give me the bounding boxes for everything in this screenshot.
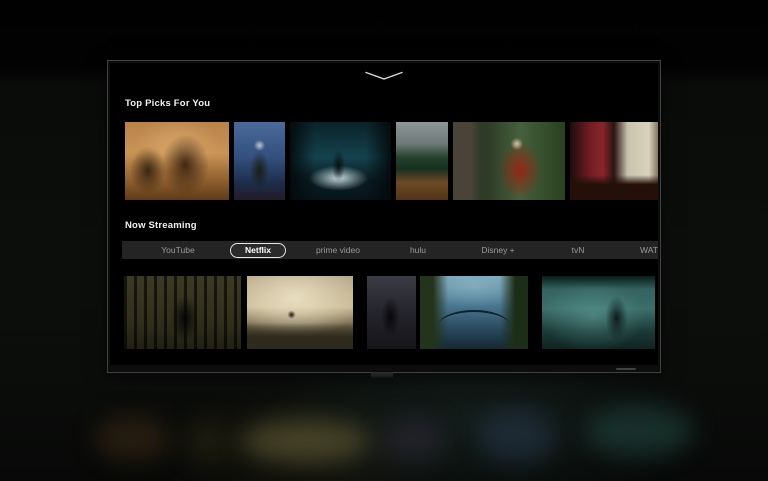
card-bridge-over-canyon[interactable]: [420, 276, 528, 349]
tab-prime-video-label: prime video: [316, 245, 360, 255]
tv-frame: Top Picks For You Now Streaming YouTube …: [107, 60, 661, 373]
tab-disney-plus-label: Disney +: [481, 245, 514, 255]
tab-tvn[interactable]: tvN: [538, 241, 618, 259]
tab-hulu[interactable]: hulu: [378, 241, 458, 259]
chevron-down-icon[interactable]: [364, 68, 404, 86]
tv-stand: [371, 372, 393, 378]
tab-watcha[interactable]: WATCHA: [618, 241, 658, 259]
floor-reflection-blue: [478, 408, 556, 463]
floor-reflection-warm: [95, 416, 170, 461]
tab-youtube-label: YouTube: [161, 245, 194, 255]
floor-reflection-teal: [585, 405, 695, 457]
tab-netflix-label: Netflix: [230, 243, 286, 258]
tab-watcha-label: WATCHA: [640, 245, 658, 255]
tab-prime-video[interactable]: prime video: [298, 241, 378, 259]
tv-screen: Top Picks For You Now Streaming YouTube …: [110, 63, 658, 365]
tab-disney-plus[interactable]: Disney +: [458, 241, 538, 259]
now-streaming-row: [124, 276, 655, 349]
top-picks-row: [125, 122, 658, 200]
card-horse-rider-sepia-hills[interactable]: [247, 276, 353, 349]
card-woman-black-dress-forest[interactable]: [124, 276, 241, 349]
tab-tvn-label: tvN: [572, 245, 585, 255]
tab-hulu-label: hulu: [410, 245, 426, 255]
card-desert-explorers[interactable]: [125, 122, 229, 200]
floor-reflection-purple: [383, 418, 445, 460]
card-maze-in-foggy-forest[interactable]: [396, 122, 448, 200]
now-streaming-title: Now Streaming: [125, 220, 197, 231]
tab-netflix[interactable]: Netflix: [218, 241, 298, 259]
top-picks-title: Top Picks For You: [125, 98, 210, 109]
card-teal-mist-woman[interactable]: [542, 276, 655, 349]
card-red-riding-hood[interactable]: [453, 122, 565, 200]
tab-youtube[interactable]: YouTube: [138, 241, 218, 259]
card-hooded-reaper-forest[interactable]: [367, 276, 416, 349]
card-forest-flashlight-figure[interactable]: [290, 122, 391, 200]
floor-reflection-tan: [240, 420, 370, 462]
bezel-brand-mark: [616, 368, 636, 371]
card-helmet-person-blue-sky[interactable]: [234, 122, 285, 200]
floor-reflection-olive: [185, 421, 230, 461]
card-theater-boy-red-curtain[interactable]: [570, 122, 658, 200]
streaming-service-tabbar: YouTube Netflix prime video hulu Disney …: [122, 241, 658, 259]
